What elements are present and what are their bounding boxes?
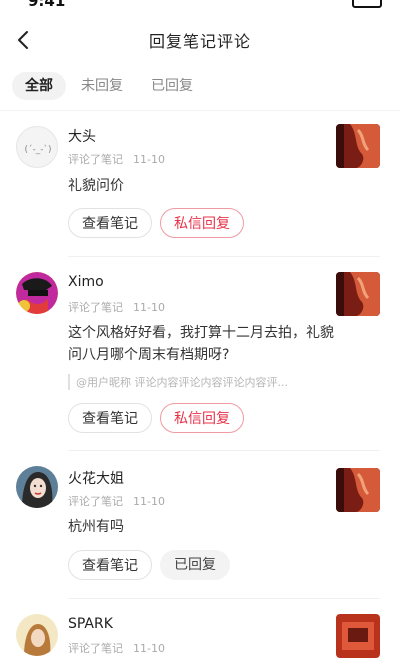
- battery-icon: [352, 0, 382, 8]
- comment-date: 11-10: [133, 153, 165, 166]
- comment-action: 评论了笔记: [68, 153, 123, 166]
- tab-replied[interactable]: 已回复: [144, 72, 200, 100]
- comment-action: 评论了笔记: [68, 642, 123, 655]
- username[interactable]: SPARK: [68, 616, 113, 632]
- username[interactable]: 火花大姐: [68, 468, 124, 488]
- page-title: 回复笔记评论: [148, 32, 251, 51]
- kaomoji-avatar-icon: (´-_-`): [24, 144, 51, 155]
- portrait-avatar-icon: [16, 614, 58, 656]
- avatar[interactable]: (´-_-`): [16, 126, 58, 168]
- comment-meta: 评论了笔记 11-10: [68, 299, 165, 315]
- comment-content: 这个风格好好看，我打算十二月去拍，礼貌问八月哪个周末有档期呀?: [68, 325, 334, 363]
- dm-reply-button[interactable]: 私信回复: [160, 403, 244, 433]
- comment-content: 礼貌问价: [68, 178, 124, 194]
- note-thumbnail[interactable]: [336, 468, 380, 512]
- comment-action: 评论了笔记: [68, 495, 123, 508]
- username[interactable]: 大头: [68, 126, 96, 146]
- note-thumbnail-image: [336, 272, 380, 316]
- portrait-avatar-icon: [16, 466, 58, 508]
- note-thumbnail-image: [336, 124, 380, 168]
- comment-meta: 评论了笔记 11-10: [68, 640, 165, 656]
- view-note-button[interactable]: 查看笔记: [68, 403, 152, 433]
- divider: [0, 110, 400, 111]
- note-thumbnail[interactable]: [336, 614, 380, 658]
- header: 回复笔记评论: [0, 22, 400, 58]
- comment-content: 杭州有吗: [68, 519, 124, 535]
- view-note-button[interactable]: 查看笔记: [68, 208, 152, 238]
- view-note-button[interactable]: 查看笔记: [68, 550, 152, 580]
- comment-meta: 评论了笔记 11-10: [68, 151, 165, 167]
- tab-unreplied[interactable]: 未回复: [74, 72, 130, 100]
- note-thumbnail[interactable]: [336, 124, 380, 168]
- note-thumbnail[interactable]: [336, 272, 380, 316]
- comment-action: 评论了笔记: [68, 301, 123, 314]
- avatar[interactable]: [16, 272, 58, 314]
- note-thumbnail-image: [336, 614, 380, 658]
- item-divider: [68, 256, 380, 257]
- item-divider: [68, 598, 380, 599]
- comment-meta: 评论了笔记 11-10: [68, 493, 165, 509]
- quoted-comment: @用户昵称 评论内容评论内容评论内容评...: [68, 374, 336, 390]
- status-bar: 9:41: [0, 0, 400, 12]
- avatar[interactable]: [16, 614, 58, 656]
- tab-all[interactable]: 全部: [12, 72, 66, 100]
- replied-status-button[interactable]: 已回复: [160, 550, 230, 580]
- comment-date: 11-10: [133, 495, 165, 508]
- status-time: 9:41: [28, 0, 66, 10]
- comment-date: 11-10: [133, 301, 165, 314]
- comment-date: 11-10: [133, 642, 165, 655]
- illustrated-avatar-icon: [16, 272, 58, 314]
- svg-text:(´-_-`): (´-_-`): [24, 144, 51, 155]
- username[interactable]: Ximo: [68, 274, 104, 290]
- item-divider: [68, 450, 380, 451]
- avatar[interactable]: [16, 466, 58, 508]
- dm-reply-button[interactable]: 私信回复: [160, 208, 244, 238]
- note-thumbnail-image: [336, 468, 380, 512]
